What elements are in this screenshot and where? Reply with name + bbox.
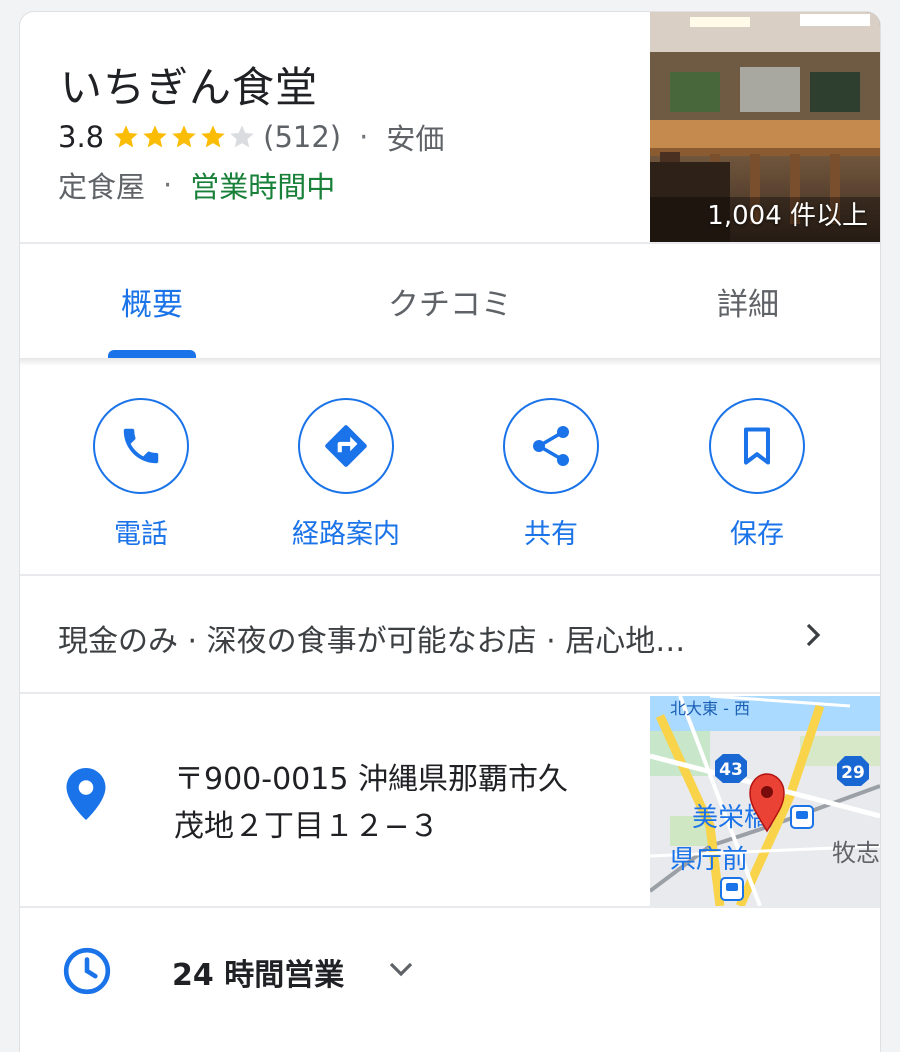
call-button[interactable]: 電話	[51, 398, 231, 551]
photo-count: 1,004 件以上	[707, 201, 868, 231]
phone-icon	[123, 428, 159, 464]
separator: ·	[163, 168, 173, 202]
star-filled-icon	[143, 125, 167, 148]
address-text: 〒900-0015 沖縄県那覇市久 茂地２丁目１２−３	[174, 756, 614, 850]
clock-icon	[63, 947, 111, 995]
directions-icon	[325, 425, 367, 467]
chevron-down-icon[interactable]	[384, 954, 418, 984]
star-filled-icon	[172, 125, 196, 148]
features-summary: 現金のみ · 深夜の食事が可能なお店 · 居心地…	[58, 624, 686, 659]
map-route-29: 29	[841, 763, 865, 783]
tab-bar-shadow	[20, 358, 880, 366]
save-button-circle[interactable]	[709, 398, 805, 494]
tab-details[interactable]: 詳細	[658, 244, 838, 358]
place-header: いちぎん食堂 3.8 (512) · 安価 定食屋 · 営業時間中 1,004 …	[20, 12, 880, 242]
tab-reviews[interactable]: クチコミ	[360, 244, 540, 358]
chevron-right-icon	[806, 623, 821, 647]
save-label: 保存	[730, 519, 784, 550]
category-line: 定食屋 · 営業時間中	[58, 164, 335, 206]
save-button[interactable]: 保存	[667, 398, 847, 551]
directions-label: 経路案内	[292, 519, 400, 550]
share-label: 共有	[524, 519, 578, 550]
tab-bar: 概要 クチコミ 詳細	[20, 244, 880, 358]
price-level: 安価	[386, 122, 445, 156]
star-empty-icon	[230, 125, 254, 148]
call-button-circle[interactable]	[93, 398, 189, 494]
map-route-43: 43	[719, 760, 743, 780]
rating-stars	[112, 123, 257, 151]
tab-overview[interactable]: 概要	[62, 244, 242, 358]
divider	[20, 692, 880, 694]
place-photo[interactable]: 1,004 件以上	[650, 12, 880, 242]
address-row[interactable]: 〒900-0015 沖縄県那覇市久 茂地２丁目１２−３ 北大東 - 西 43 2…	[20, 696, 880, 906]
address-line-2: 茂地２丁目１２−３	[174, 809, 440, 844]
map-road-name: 北大東 - 西	[670, 699, 750, 718]
active-tab-indicator	[108, 350, 196, 358]
place-title: いちぎん食堂	[60, 63, 319, 112]
map-thumbnail[interactable]: 北大東 - 西 43 29 美栄橋 県庁前 牧志	[650, 696, 880, 906]
rating-value: 3.8	[58, 120, 105, 154]
action-buttons: 電話 経路案内 共有 保存	[20, 368, 880, 574]
call-label: 電話	[114, 519, 168, 550]
directions-button-circle[interactable]	[298, 398, 394, 494]
map-image: 北大東 - 西 43 29 美栄橋 県庁前 牧志	[650, 696, 880, 906]
hours-text: 24 時間営業	[172, 958, 345, 993]
location-pin-icon	[66, 768, 106, 820]
bookmark-icon	[743, 427, 771, 465]
divider	[20, 574, 880, 576]
map-area-label: 牧志	[832, 839, 880, 867]
map-station-label-2: 県庁前	[670, 845, 748, 875]
share-button[interactable]: 共有	[461, 398, 641, 551]
share-icon	[533, 426, 569, 466]
rating-line[interactable]: 3.8 (512) · 安価	[58, 116, 444, 158]
review-count[interactable]: (512)	[263, 120, 341, 154]
category: 定食屋	[58, 170, 146, 204]
directions-button[interactable]: 経路案内	[256, 398, 436, 551]
hours-row[interactable]: 24 時間営業	[20, 910, 880, 1040]
address-line-1: 〒900-0015 沖縄県那覇市久	[174, 762, 568, 797]
star-filled-icon	[201, 125, 225, 148]
features-row[interactable]: 現金のみ · 深夜の食事が可能なお店 · 居心地…	[20, 578, 880, 692]
share-button-circle[interactable]	[503, 398, 599, 494]
place-card: いちぎん食堂 3.8 (512) · 安価 定食屋 · 営業時間中 1,004 …	[20, 12, 880, 1052]
star-filled-icon	[114, 125, 138, 148]
divider	[20, 906, 880, 908]
open-status: 営業時間中	[190, 170, 336, 204]
separator: ·	[359, 120, 369, 154]
